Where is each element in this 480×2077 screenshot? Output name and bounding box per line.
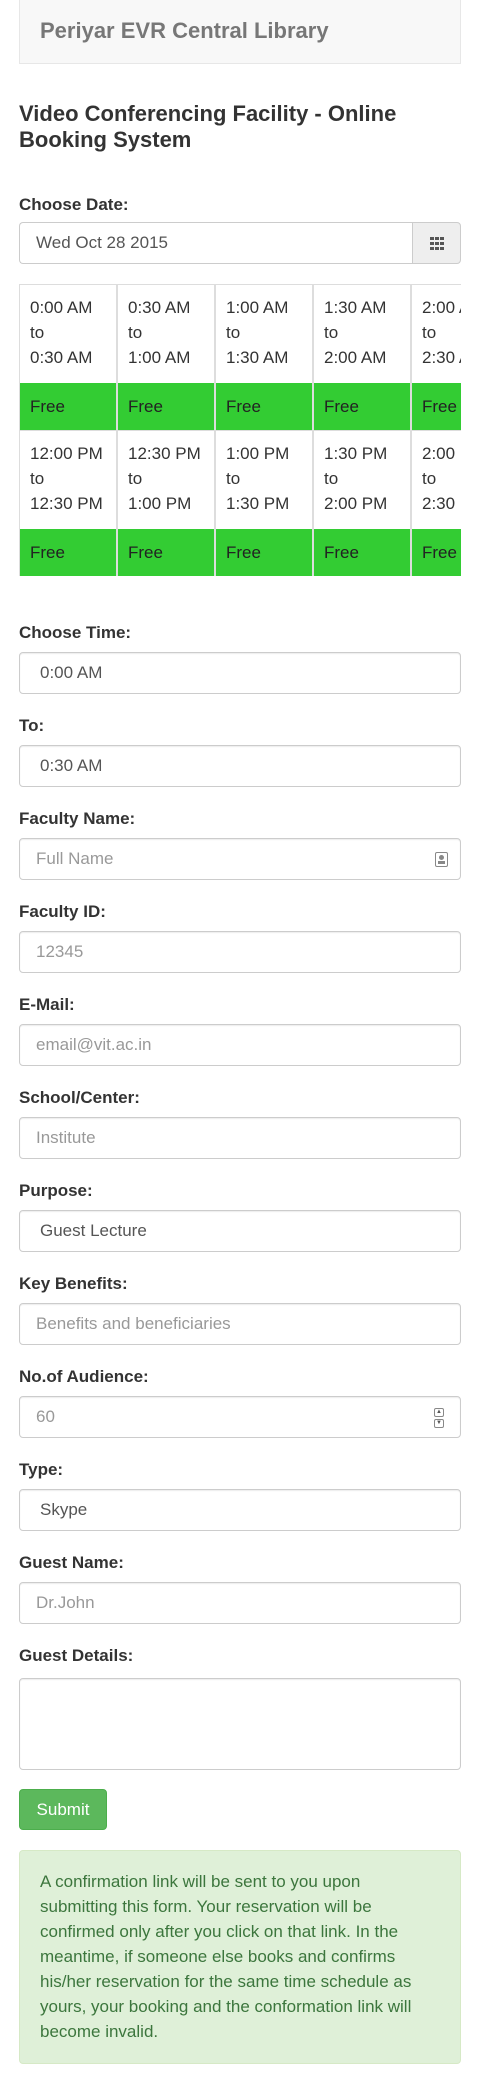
navbar: Periyar EVR Central Library (19, 0, 461, 64)
benefits-field (19, 1303, 461, 1345)
choose-time-select[interactable]: 0:00 AM (19, 652, 461, 694)
slot-status: Free (118, 383, 214, 430)
email-input[interactable] (20, 1025, 460, 1065)
slot-time: 1:30 PM to 2:00 PM (324, 444, 388, 513)
time-slot-table: 0:00 AM to 0:30 AM Free 0:30 AM to 1:00 A… (19, 284, 461, 576)
to-label: To: (19, 716, 45, 735)
slot-cell[interactable]: 0:00 AM to 0:30 AM Free (19, 284, 117, 430)
slot-status: Free (412, 529, 461, 576)
school-field (19, 1117, 461, 1159)
choose-time-value: 0:00 AM (40, 663, 103, 682)
slot-status: Free (216, 383, 312, 430)
page-title: Video Conferencing Facility - Online Boo… (19, 101, 397, 152)
slot-time: 2:00 PM to 2:30 PM (422, 444, 461, 513)
choose-date-label: Choose Date: (19, 195, 129, 214)
slot-cell[interactable]: 2:00 AM to 2:30 AM Free (411, 284, 461, 430)
audience-field: ▲ ▼ (19, 1396, 461, 1438)
slot-status: Free (314, 529, 410, 576)
slot-time: 12:30 PM to 1:00 PM (128, 444, 201, 513)
grid-icon (430, 237, 444, 250)
slot-status: Free (20, 383, 116, 430)
purpose-select[interactable]: Guest Lecture (19, 1210, 461, 1252)
purpose-value: Guest Lecture (40, 1221, 147, 1240)
slot-status: Free (412, 383, 461, 430)
guest-name-label: Guest Name: (19, 1553, 124, 1572)
guest-name-field (19, 1582, 461, 1624)
type-value: Skype (40, 1500, 88, 1519)
faculty-id-label: Faculty ID: (19, 902, 106, 921)
to-time-value: 0:30 AM (40, 756, 103, 775)
slot-cell[interactable]: 1:00 PM to 1:30 PM Free (215, 430, 313, 576)
faculty-id-input[interactable] (20, 932, 460, 972)
confirmation-notice: A confirmation link will be sent to you … (19, 1850, 461, 2064)
to-time-select[interactable]: 0:30 AM (19, 745, 461, 787)
slot-cell[interactable]: 1:30 AM to 2:00 AM Free (313, 284, 411, 430)
spinner-arrows-icon[interactable]: ▲ ▼ (434, 1408, 444, 1428)
slot-time: 2:00 AM to 2:30 AM (422, 298, 461, 367)
guest-details-textarea[interactable] (19, 1678, 461, 1770)
type-label: Type: (19, 1460, 64, 1479)
slot-status: Free (314, 383, 410, 430)
slot-cell[interactable]: 12:30 PM to 1:00 PM Free (117, 430, 215, 576)
slot-time: 12:00 PM to 12:30 PM (30, 444, 103, 513)
slot-cell[interactable]: 2:00 PM to 2:30 PM Free (411, 430, 461, 576)
faculty-name-input[interactable] (20, 839, 460, 879)
slot-cell[interactable]: 1:00 AM to 1:30 AM Free (215, 284, 313, 430)
audience-label: No.of Audience: (19, 1367, 149, 1386)
submit-button[interactable]: Submit (19, 1789, 107, 1830)
email-field (19, 1024, 461, 1066)
benefits-input[interactable] (20, 1304, 460, 1344)
slot-row-pm: 12:00 PM to 12:30 PM Free 12:30 PM to 1:0… (19, 430, 461, 576)
faculty-name-label: Faculty Name: (19, 809, 136, 828)
slot-status: Free (118, 529, 214, 576)
slot-row-am: 0:00 AM to 0:30 AM Free 0:30 AM to 1:00 A… (19, 284, 461, 430)
faculty-name-field (19, 838, 461, 880)
guest-details-label: Guest Details: (19, 1646, 134, 1665)
slot-time: 1:00 PM to 1:30 PM (226, 444, 290, 513)
date-picker[interactable]: Wed Oct 28 2015 (19, 222, 461, 264)
guest-name-input[interactable] (20, 1583, 460, 1623)
email-label: E-Mail: (19, 995, 75, 1014)
purpose-label: Purpose: (19, 1181, 93, 1200)
audience-input[interactable] (20, 1397, 460, 1437)
spin-down-icon[interactable]: ▼ (434, 1419, 444, 1428)
faculty-id-field (19, 931, 461, 973)
slot-time: 1:30 AM to 2:00 AM (324, 298, 387, 367)
school-input[interactable] (20, 1118, 460, 1158)
slot-cell[interactable]: 12:00 PM to 12:30 PM Free (19, 430, 117, 576)
choose-time-label: Choose Time: (19, 623, 132, 642)
slot-cell[interactable]: 1:30 PM to 2:00 PM Free (313, 430, 411, 576)
slot-status: Free (216, 529, 312, 576)
slot-time: 1:00 AM to 1:30 AM (226, 298, 289, 367)
slot-status: Free (20, 529, 116, 576)
slot-cell[interactable]: 0:30 AM to 1:00 AM Free (117, 284, 215, 430)
slot-time: 0:00 AM to 0:30 AM (30, 298, 93, 367)
calendar-button[interactable] (412, 222, 461, 264)
date-input[interactable]: Wed Oct 28 2015 (19, 222, 412, 264)
contact-card-icon (435, 852, 448, 867)
school-label: School/Center: (19, 1088, 140, 1107)
navbar-brand[interactable]: Periyar EVR Central Library (40, 18, 329, 44)
slot-time: 0:30 AM to 1:00 AM (128, 298, 191, 367)
type-select[interactable]: Skype (19, 1489, 461, 1531)
spin-up-icon[interactable]: ▲ (434, 1408, 444, 1417)
benefits-label: Key Benefits: (19, 1274, 128, 1293)
